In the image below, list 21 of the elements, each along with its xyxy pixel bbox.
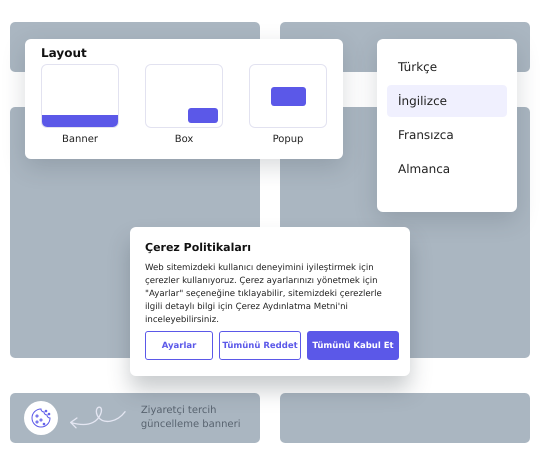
language-item[interactable]: Almanca [387,153,507,185]
layout-option[interactable] [145,64,223,128]
banner-caption: Ziyaretçi tercih güncelleme banneri [140,404,242,432]
option-label: Banner [62,134,98,145]
language-item[interactable]: Türkçe [387,51,507,83]
language-item[interactable]: İngilizce [387,85,507,117]
layout-option[interactable] [41,64,119,128]
dialog-button[interactable]: Tümünü Reddet [219,331,301,360]
panel-title: Layout [41,46,88,60]
popup-preview-icon [271,87,306,106]
cookie-icon [24,401,58,435]
language-item[interactable]: Fransızca [387,119,507,151]
dialog-text: Web sitemizdeki kullanıcı deneyimini iyileştirmek için çerezler kullanıyoruz. Çerez ayarlarınızı yönetmek için "Ayarlar" seçeneğine tıklayabilir, sitemizdeki çerezlerle ilgili detaylı bilgi için Çerez Aydınlatma Metni'ni inceleyebilirsiniz. [145,262,383,326]
box-preview-icon [188,108,218,123]
banner-preview-icon [42,115,118,127]
dialog-button[interactable]: Ayarlar [145,331,213,360]
dialog-title: Çerez Politikaları [145,241,252,254]
option-label: Box [174,134,194,145]
layout-option[interactable] [249,64,327,128]
dialog-button[interactable]: Tümünü Kabul Et [307,331,399,360]
option-label: Popup [272,134,304,145]
